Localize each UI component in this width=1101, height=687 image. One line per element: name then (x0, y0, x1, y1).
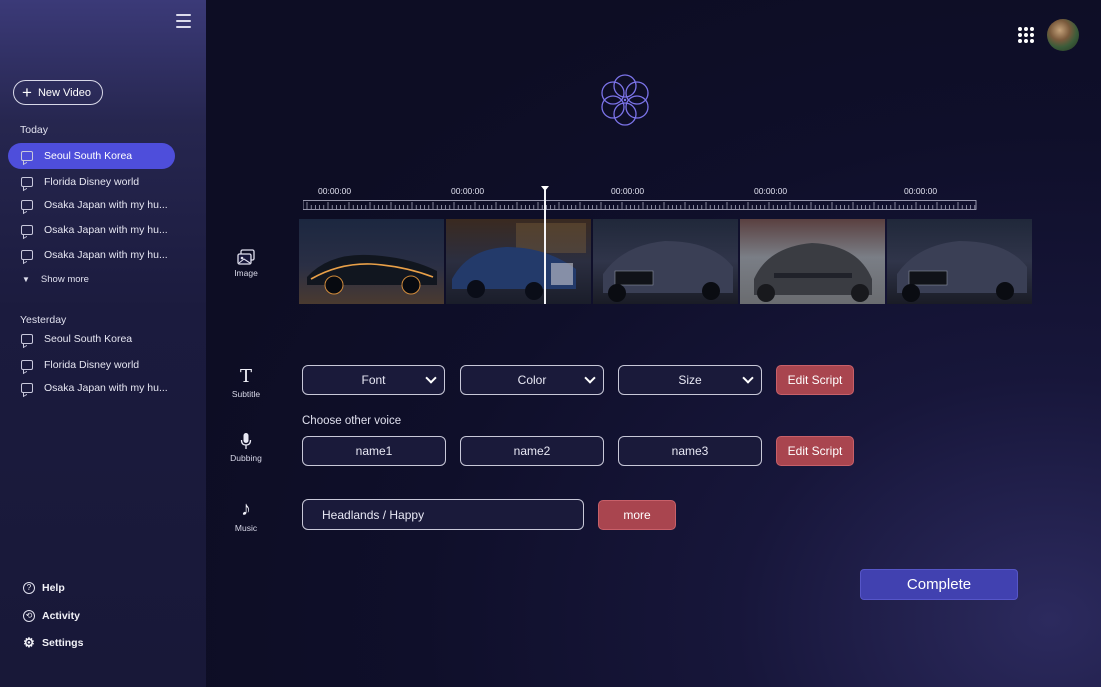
voice-option-name2[interactable]: name2 (460, 436, 604, 466)
sidebar: + New Video Today Seoul South Korea Flor… (0, 0, 206, 687)
chat-bubble-icon (21, 334, 33, 344)
timecode: 00:00:00 (754, 186, 788, 196)
settings-label: Settings (42, 637, 84, 649)
chat-item[interactable]: Seoul South Korea (8, 326, 175, 352)
chat-item-label: Florida Disney world (44, 359, 140, 371)
chat-item-label: Osaka Japan with my hu... (44, 382, 168, 394)
gear-icon: ⚙ (23, 635, 35, 650)
dubbing-edit-script-button[interactable]: Edit Script (776, 436, 854, 466)
timecode: 00:00:00 (611, 186, 645, 196)
timecode: 00:00:00 (451, 186, 485, 196)
voice-option-name3[interactable]: name3 (618, 436, 762, 466)
video-frame[interactable] (740, 219, 885, 304)
music-track-field[interactable]: Headlands / Happy (302, 499, 584, 530)
new-video-button[interactable]: + New Video (13, 80, 103, 105)
chat-item-label: Florida Disney world (44, 176, 140, 188)
show-more-label: Show more (40, 274, 89, 285)
tool-image[interactable]: Image (226, 249, 266, 278)
chat-item-label: Seoul South Korea (44, 333, 133, 345)
chat-item[interactable]: Osaka Japan with my hu... (8, 242, 175, 268)
chat-item[interactable]: Osaka Japan with my hu... (8, 192, 175, 218)
caret-down-icon: ▼ (22, 275, 30, 284)
app-logo-icon (601, 74, 649, 126)
music-more-button[interactable]: more (598, 500, 676, 530)
chevron-down-icon (742, 372, 754, 384)
timeline-ruler[interactable] (303, 200, 977, 210)
color-dropdown[interactable]: Color (460, 365, 604, 395)
microphone-icon (240, 433, 252, 449)
chevron-down-icon (584, 372, 596, 384)
size-dropdown[interactable]: Size (618, 365, 762, 395)
tool-image-label: Image (234, 268, 258, 278)
chat-bubble-icon (21, 383, 33, 393)
font-dropdown[interactable]: Font (302, 365, 445, 395)
activity-label: Activity (42, 610, 80, 622)
chat-item[interactable]: Seoul South Korea (8, 143, 175, 169)
choose-voice-label: Choose other voice (302, 415, 402, 427)
chat-item[interactable]: Osaka Japan with my hu... (8, 375, 175, 401)
tool-subtitle[interactable]: T Subtitle (226, 366, 266, 400)
plus-icon: + (22, 83, 32, 102)
help-label: Help (42, 582, 65, 594)
tool-music-label: Music (234, 523, 258, 533)
video-frame[interactable] (593, 219, 738, 304)
menu-icon[interactable] (176, 14, 191, 28)
video-frame[interactable] (887, 219, 1032, 304)
image-icon (237, 249, 255, 265)
video-frame[interactable] (299, 219, 444, 304)
activity-clock-icon: ⟲ (23, 610, 35, 622)
chat-item-label: Osaka Japan with my hu... (44, 199, 168, 211)
playhead-line (544, 190, 546, 304)
activity-link[interactable]: ⟲ Activity (23, 610, 80, 622)
show-more-button[interactable]: ▼ Show more (22, 274, 89, 285)
section-today: Today (20, 124, 49, 136)
chat-item-label: Seoul South Korea (44, 150, 133, 162)
timecode: 00:00:00 (318, 186, 352, 196)
image-strip (299, 219, 1036, 304)
chat-bubble-icon (21, 151, 33, 161)
chat-bubble-icon (21, 250, 33, 260)
music-note-icon: ♪ (241, 498, 251, 520)
timecode: 00:00:00 (904, 186, 938, 196)
avatar[interactable] (1047, 19, 1079, 51)
color-dropdown-label: Color (517, 373, 547, 387)
tool-music[interactable]: ♪ Music (226, 498, 266, 533)
section-yesterday: Yesterday (20, 314, 67, 326)
help-icon: ? (23, 582, 35, 594)
playhead[interactable] (541, 186, 549, 304)
chat-bubble-icon (21, 177, 33, 187)
settings-link[interactable]: ⚙ Settings (23, 635, 84, 650)
apps-grid-icon[interactable] (1018, 27, 1034, 43)
font-dropdown-label: Font (361, 373, 386, 387)
chevron-down-icon (425, 372, 437, 384)
chat-item[interactable]: Osaka Japan with my hu... (8, 217, 175, 243)
complete-button[interactable]: Complete (860, 569, 1018, 600)
chat-item-label: Osaka Japan with my hu... (44, 249, 168, 261)
chat-bubble-icon (21, 200, 33, 210)
tool-dubbing-label: Dubbing (230, 453, 262, 463)
text-t-icon: T (239, 366, 252, 387)
new-video-label: New Video (37, 86, 91, 99)
tool-subtitle-label: Subtitle (231, 389, 261, 399)
tool-dubbing[interactable]: Dubbing (226, 432, 266, 463)
video-frame[interactable] (446, 219, 591, 304)
voice-option-name1[interactable]: name1 (302, 436, 446, 466)
size-dropdown-label: Size (678, 373, 702, 387)
chat-item-label: Osaka Japan with my hu... (44, 224, 168, 236)
subtitle-edit-script-button[interactable]: Edit Script (776, 365, 854, 395)
chat-bubble-icon (21, 360, 33, 370)
help-link[interactable]: ? Help (23, 582, 65, 594)
chat-bubble-icon (21, 225, 33, 235)
